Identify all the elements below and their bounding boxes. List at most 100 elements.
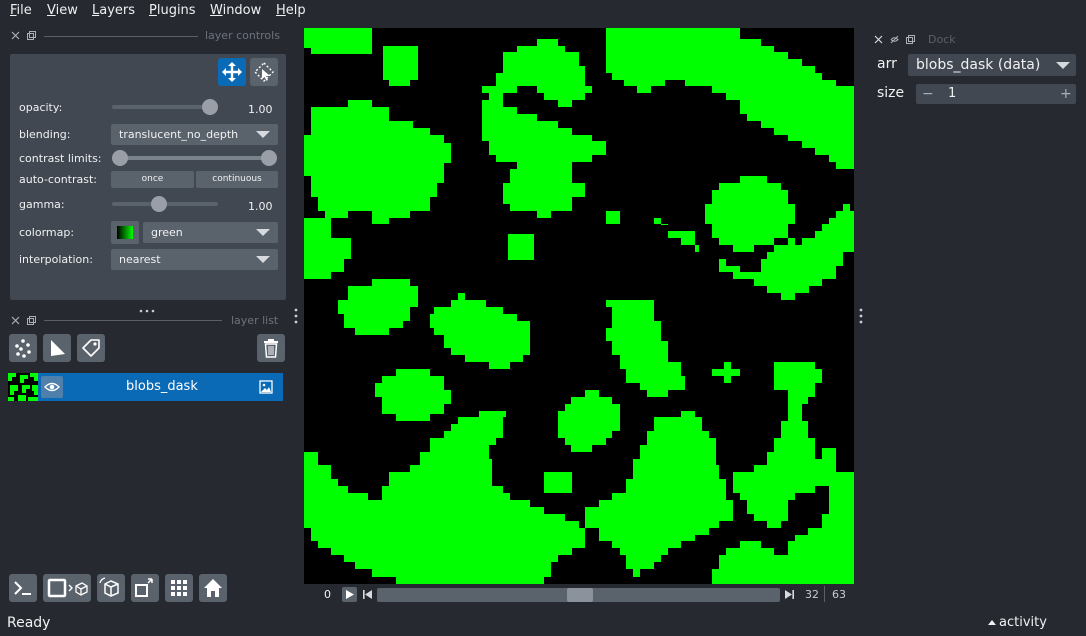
arr-value: blobs_dask (data): [916, 57, 1041, 73]
close-icon[interactable]: [11, 31, 20, 40]
step-back-icon: [363, 590, 372, 599]
chevron-down-icon: [256, 256, 270, 263]
transform-button[interactable]: [250, 58, 278, 86]
layer-row-blobs-dask[interactable]: blobs_dask: [38, 373, 283, 401]
colormap-swatch: [117, 226, 133, 239]
dims-total: 63: [832, 588, 846, 601]
delete-layer-button[interactable]: [257, 334, 285, 362]
dims-divider: [824, 586, 825, 602]
size-decrement-button[interactable]: −: [922, 84, 934, 104]
console-icon: [14, 581, 31, 595]
interpolation-label: interpolation:: [19, 253, 93, 266]
step-forward-icon: [785, 590, 794, 599]
gamma-label: gamma:: [19, 198, 65, 211]
menu-plugins[interactable]: Plugins: [149, 3, 196, 18]
dims-current-index[interactable]: 32: [805, 588, 819, 601]
menu-view[interactable]: View: [47, 3, 78, 18]
viewer-canvas[interactable]: [304, 28, 854, 584]
layer-controls-title: layer controls: [205, 29, 280, 42]
auto-contrast-label: auto-contrast:: [19, 173, 98, 186]
contrast-min-handle[interactable]: [112, 150, 128, 166]
vertical-splitter-left[interactable]: [294, 307, 298, 325]
step-forward-button[interactable]: [784, 589, 795, 600]
size-label: size: [877, 85, 905, 101]
blending-select[interactable]: translucent_no_depth: [111, 124, 278, 145]
grid-view-button[interactable]: [165, 574, 193, 602]
layer-list-title: layer list: [231, 314, 279, 327]
blobs-image: [304, 28, 854, 584]
new-labels-button[interactable]: [77, 334, 105, 362]
transform-icon: [254, 62, 274, 82]
chevron-down-icon: [256, 131, 270, 138]
transpose-icon: [135, 578, 153, 597]
blending-label: blending:: [19, 128, 71, 141]
grid-icon: [171, 580, 187, 596]
auto-contrast-once-button[interactable]: once: [111, 171, 194, 188]
console-button[interactable]: [9, 574, 37, 602]
menu-help[interactable]: Help: [276, 3, 306, 18]
interpolation-value: nearest: [119, 253, 161, 266]
ndisplay-button[interactable]: [43, 574, 91, 602]
layer-controls-panel: opacity: 1.00 blending: translucent_no_d…: [10, 54, 286, 300]
float-icon[interactable]: [27, 316, 36, 325]
size-value[interactable]: 1: [948, 84, 956, 104]
roll-dims-button[interactable]: [97, 574, 125, 602]
opacity-slider-handle[interactable]: [202, 99, 218, 115]
contrast-limits-label: contrast limits:: [19, 152, 102, 165]
menubar: File View Layers Plugins Window Help: [0, 0, 1086, 24]
colormap-swatch-button[interactable]: [111, 221, 139, 244]
chevron-down-icon: [256, 229, 270, 236]
image-icon: [259, 380, 273, 394]
contrast-limits-slider[interactable]: [120, 156, 270, 160]
close-icon[interactable]: [874, 35, 883, 44]
new-shapes-button[interactable]: [43, 334, 71, 362]
vertical-splitter-right[interactable]: [859, 307, 863, 325]
points-icon: [15, 339, 31, 358]
square-3d-icon: [47, 578, 88, 598]
float-icon[interactable]: [906, 35, 915, 44]
labels-tag-icon: [82, 339, 100, 357]
header-divider: [44, 320, 222, 321]
layer-name[interactable]: blobs_dask: [126, 379, 198, 394]
gamma-slider-handle[interactable]: [151, 196, 167, 212]
visibility-toggle[interactable]: [41, 376, 63, 398]
colormap-value: green: [151, 226, 183, 239]
hide-icon[interactable]: [890, 35, 899, 44]
eye-icon: [44, 382, 60, 392]
play-button[interactable]: [342, 587, 357, 602]
opacity-value: 1.00: [248, 103, 273, 116]
arr-label: arr: [877, 56, 897, 72]
home-button[interactable]: [199, 574, 227, 602]
status-text: Ready: [7, 615, 51, 631]
auto-contrast-continuous-button[interactable]: continuous: [196, 171, 278, 188]
transpose-dims-button[interactable]: [131, 574, 159, 602]
float-icon[interactable]: [27, 31, 36, 40]
menu-file[interactable]: File: [10, 3, 32, 18]
roll-icon: [99, 577, 119, 597]
size-spinbox[interactable]: − 1 +: [916, 84, 1076, 104]
contrast-max-handle[interactable]: [261, 150, 277, 166]
splitter-handle[interactable]: [139, 304, 155, 313]
activity-button[interactable]: activity: [999, 615, 1047, 630]
step-back-button[interactable]: [362, 589, 373, 600]
menu-window[interactable]: Window: [210, 3, 261, 18]
dims-scrollbar[interactable]: [377, 588, 780, 602]
colormap-label: colormap:: [19, 226, 75, 239]
dims-axis-value: 0: [324, 588, 331, 601]
interpolation-select[interactable]: nearest: [111, 249, 278, 270]
new-points-button[interactable]: [9, 334, 37, 362]
menu-layers[interactable]: Layers: [92, 3, 135, 18]
status-bar: Ready activity: [0, 612, 1086, 636]
dims-slider-row: 0 32 63: [304, 586, 854, 606]
play-icon: [346, 590, 354, 599]
blending-value: translucent_no_depth: [119, 128, 239, 141]
close-icon[interactable]: [11, 316, 20, 325]
size-increment-button[interactable]: +: [1060, 84, 1072, 104]
arr-select[interactable]: blobs_dask (data): [908, 54, 1076, 76]
dims-scrollbar-handle[interactable]: [567, 588, 593, 602]
colormap-select[interactable]: green: [143, 222, 278, 243]
layer-thumbnail: [8, 373, 38, 401]
gamma-value: 1.00: [248, 200, 273, 213]
pan-zoom-button[interactable]: [218, 58, 246, 86]
shapes-icon: [51, 340, 65, 356]
